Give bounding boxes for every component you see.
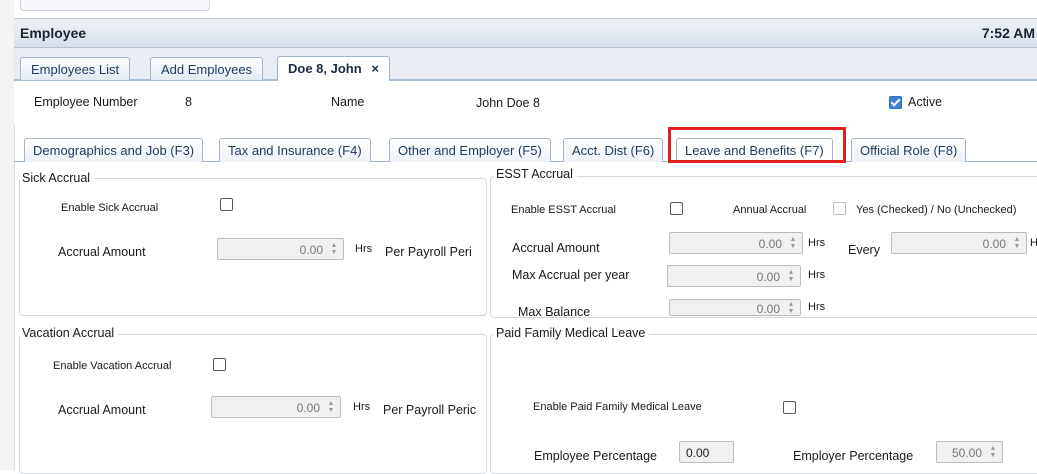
tab-acct-dist[interactable]: Acct. Dist (F6) bbox=[563, 138, 664, 162]
enable-pfml-label: Enable Paid Family Medical Leave bbox=[533, 401, 702, 413]
sick-accrual-title: Sick Accrual bbox=[20, 171, 95, 185]
max-accrual-year-label: Max Accrual per year bbox=[512, 268, 630, 282]
tab-official-role[interactable]: Official Role (F8) bbox=[851, 138, 967, 162]
spin-arrows-icon[interactable]: ▲ ▼ bbox=[330, 242, 338, 256]
every-unit-label: H bbox=[1030, 237, 1037, 249]
spin-value: 0.00 bbox=[758, 237, 782, 251]
tab-label: Demographics and Job (F3) bbox=[33, 143, 195, 158]
tab-add-employees[interactable]: Add Employees bbox=[150, 57, 264, 80]
window-title: Employee bbox=[20, 25, 87, 41]
enable-esst-accrual-label: Enable ESST Accrual bbox=[511, 204, 616, 216]
tab-label: Tax and Insurance (F4) bbox=[228, 143, 362, 158]
max-balance-input[interactable]: 0.00 ▲ ▼ bbox=[669, 299, 801, 316]
esst-accrual-amount-input[interactable]: 0.00 ▲ ▼ bbox=[669, 232, 803, 254]
spin-arrows-icon[interactable]: ▲ ▼ bbox=[989, 445, 997, 459]
tab-employee-doe[interactable]: Doe 8, John × bbox=[277, 56, 390, 81]
clock-time: 7:52 AM bbox=[981, 25, 1035, 41]
spin-value: 0.00 bbox=[756, 302, 780, 316]
esst-accrual-amount-label: Accrual Amount bbox=[512, 241, 600, 255]
every-label: Every bbox=[848, 243, 880, 257]
annual-accrual-checkbox[interactable] bbox=[833, 202, 846, 215]
spin-arrows-icon[interactable]: ▲ ▼ bbox=[789, 236, 797, 250]
enable-sick-accrual-checkbox[interactable] bbox=[220, 198, 233, 211]
max-balance-hrs-label: Hrs bbox=[808, 301, 826, 313]
active-label: Active bbox=[908, 95, 943, 109]
esst-accrual-title: ESST Accrual bbox=[494, 167, 577, 181]
spin-value: 50.00 bbox=[951, 446, 982, 460]
tab-label: Official Role (F8) bbox=[860, 143, 958, 158]
active-checkbox[interactable] bbox=[889, 96, 902, 109]
vacation-accrual-amount-input[interactable]: 0.00 ▲ ▼ bbox=[211, 396, 341, 418]
every-input[interactable]: 0.00 ▲ ▼ bbox=[891, 232, 1027, 254]
tab-employees-list[interactable]: Employees List bbox=[20, 57, 131, 80]
tab-label: Doe 8, John bbox=[288, 61, 362, 76]
sick-accrual-amount-input[interactable]: 0.00 ▲ ▼ bbox=[217, 238, 344, 260]
employer-percentage-label: Employer Percentage bbox=[793, 449, 914, 463]
name-value: John Doe 8 bbox=[476, 96, 540, 110]
enable-vacation-accrual-checkbox[interactable] bbox=[213, 358, 226, 371]
annual-accrual-hint: Yes (Checked) / No (Unchecked) bbox=[856, 204, 1017, 216]
tab-tax-insurance[interactable]: Tax and Insurance (F4) bbox=[219, 138, 371, 162]
employee-number-label: Employee Number bbox=[34, 95, 138, 109]
vacation-accrual-amount-label: Accrual Amount bbox=[58, 403, 146, 417]
vacation-per-payroll-label: Per Payroll Peric bbox=[383, 403, 477, 417]
spin-value: 0.00 bbox=[756, 270, 780, 284]
spin-value: 0.00 bbox=[296, 401, 320, 415]
highlight-box bbox=[668, 127, 846, 163]
sick-accrual-amount-label: Accrual Amount bbox=[58, 245, 146, 259]
max-year-hrs-label: Hrs bbox=[808, 269, 826, 281]
top-toolbar-remnant bbox=[20, 0, 210, 11]
enable-pfml-checkbox[interactable] bbox=[783, 401, 796, 414]
employee-number-value: 8 bbox=[185, 95, 192, 109]
enable-esst-accrual-checkbox[interactable] bbox=[670, 202, 683, 215]
close-icon[interactable]: × bbox=[371, 61, 379, 76]
tab-label: Acct. Dist (F6) bbox=[572, 143, 655, 158]
tab-other-employer[interactable]: Other and Employer (F5) bbox=[389, 138, 551, 162]
spin-value: 0.00 bbox=[299, 243, 323, 257]
max-accrual-year-input[interactable]: 0.00 ▲ ▼ bbox=[667, 265, 801, 287]
spin-arrows-icon[interactable]: ▲ ▼ bbox=[787, 269, 795, 283]
enable-sick-accrual-label: Enable Sick Accrual bbox=[61, 202, 159, 214]
employee-percentage-label: Employee Percentage bbox=[534, 449, 657, 463]
tab-label: Employees List bbox=[31, 62, 120, 77]
employer-percentage-input[interactable]: 50.00 ▲ ▼ bbox=[936, 441, 1003, 463]
tab-label: Add Employees bbox=[161, 62, 253, 77]
title-bar: Employee 7:52 AM bbox=[14, 18, 1037, 48]
sick-per-payroll-label: Per Payroll Peri bbox=[385, 245, 472, 259]
enable-vacation-accrual-label: Enable Vacation Accrual bbox=[53, 360, 172, 372]
annual-accrual-label: Annual Accrual bbox=[733, 204, 807, 216]
spin-value: 0.00 bbox=[982, 237, 1006, 251]
name-label: Name bbox=[331, 95, 365, 109]
spin-arrows-icon[interactable]: ▲ ▼ bbox=[787, 301, 795, 315]
employee-percentage-input[interactable]: 0.00 bbox=[679, 441, 734, 463]
vacation-accrual-title: Vacation Accrual bbox=[20, 326, 119, 340]
spin-arrows-icon[interactable]: ▲ ▼ bbox=[1013, 236, 1021, 250]
pfml-title: Paid Family Medical Leave bbox=[494, 326, 650, 340]
spin-arrows-icon[interactable]: ▲ ▼ bbox=[327, 400, 335, 414]
vacation-hrs-label: Hrs bbox=[353, 401, 371, 413]
sick-hrs-label: Hrs bbox=[355, 243, 373, 255]
esst-hrs-label: Hrs bbox=[808, 237, 826, 249]
field-value: 0.00 bbox=[686, 446, 710, 460]
max-balance-label: Max Balance bbox=[518, 305, 591, 319]
left-edge-panel bbox=[0, 0, 15, 470]
tab-label: Other and Employer (F5) bbox=[398, 143, 542, 158]
tab-demographics-job[interactable]: Demographics and Job (F3) bbox=[24, 138, 204, 162]
